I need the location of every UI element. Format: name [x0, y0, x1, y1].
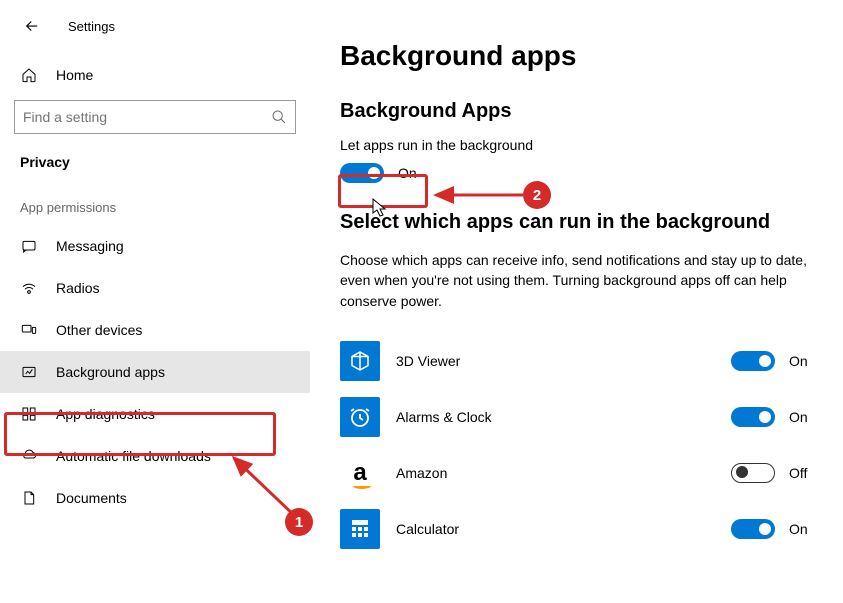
app-row-alarms-clock: Alarms & Clock On [340, 389, 813, 445]
sidebar-item-background-apps[interactable]: Background apps [0, 351, 310, 393]
home-label: Home [56, 67, 93, 83]
main-content: Background apps Background Apps Let apps… [310, 0, 843, 603]
nav-label: Radios [56, 280, 100, 296]
app-name: 3D Viewer [396, 353, 460, 369]
app-state: On [789, 409, 813, 425]
app-toggle[interactable] [731, 519, 775, 539]
sidebar-item-messaging[interactable]: Messaging [0, 225, 310, 267]
nav-label: Background apps [56, 364, 165, 380]
search-box[interactable] [14, 100, 296, 134]
sidebar-item-other-devices[interactable]: Other devices [0, 309, 310, 351]
app-name: Amazon [396, 465, 447, 481]
section-title: Background Apps [340, 100, 813, 123]
app-state: On [789, 521, 813, 537]
section2-title: Select which apps can run in the backgro… [340, 211, 813, 234]
message-icon [20, 237, 38, 255]
master-toggle[interactable] [340, 163, 384, 183]
sidebar-item-app-diagnostics[interactable]: App diagnostics [0, 393, 310, 435]
nav-label: Messaging [56, 238, 124, 254]
sidebar: Settings Home Privacy App permissions Me… [0, 0, 310, 603]
nav-label: Documents [56, 490, 127, 506]
search-icon [271, 109, 287, 125]
app-state: Off [789, 465, 813, 481]
app-row-amazon: a Amazon Off [340, 445, 813, 501]
clock-icon [340, 397, 380, 437]
app-toggle[interactable] [731, 407, 775, 427]
toggle-description: Let apps run in the background [340, 137, 813, 153]
radio-icon [20, 279, 38, 297]
page-title: Background apps [340, 40, 813, 72]
search-input[interactable] [23, 109, 271, 125]
cloud-download-icon [20, 447, 38, 465]
nav-label: App diagnostics [56, 406, 155, 422]
topbar: Settings [0, 14, 310, 56]
background-apps-icon [20, 363, 38, 381]
sidebar-home[interactable]: Home [0, 56, 310, 94]
diagnostics-icon [20, 405, 38, 423]
back-button[interactable] [20, 14, 44, 38]
master-toggle-state: On [398, 165, 417, 181]
sidebar-item-automatic-downloads[interactable]: Automatic file downloads [0, 435, 310, 477]
window-title: Settings [68, 19, 115, 34]
app-row-3d-viewer: 3D Viewer On [340, 333, 813, 389]
section2-desc: Choose which apps can receive info, send… [340, 250, 810, 311]
calculator-icon [340, 509, 380, 549]
arrow-left-icon [23, 17, 41, 35]
section-label: App permissions [0, 188, 310, 225]
app-toggle[interactable] [731, 351, 775, 371]
master-toggle-row: On [340, 163, 813, 183]
devices-icon [20, 321, 38, 339]
app-toggle[interactable] [731, 463, 775, 483]
sidebar-item-documents[interactable]: Documents [0, 477, 310, 519]
nav-label: Other devices [56, 322, 142, 338]
amazon-icon: a [340, 453, 380, 493]
app-state: On [789, 353, 813, 369]
document-icon [20, 489, 38, 507]
app-name: Calculator [396, 521, 459, 537]
3d-viewer-icon [340, 341, 380, 381]
sidebar-item-radios[interactable]: Radios [0, 267, 310, 309]
app-row-calculator: Calculator On [340, 501, 813, 557]
app-name: Alarms & Clock [396, 409, 492, 425]
category-label: Privacy [0, 148, 310, 188]
nav-label: Automatic file downloads [56, 448, 211, 464]
home-icon [20, 66, 38, 84]
